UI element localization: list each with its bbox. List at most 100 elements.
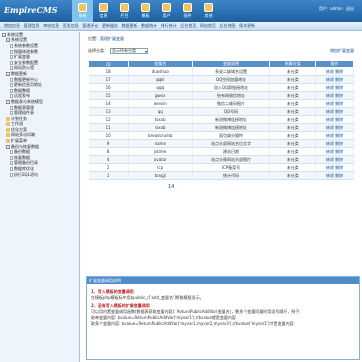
nav-icon	[120, 3, 129, 12]
subnav-item[interactable]: 增加信息	[4, 23, 20, 29]
cell-desc: 新浪微博连接地址	[192, 115, 271, 125]
table-row: 17 qqkl QQ空间加量地址 未分类 修改 删除	[88, 75, 354, 85]
folder-icon[interactable]	[6, 133, 10, 138]
subnav-item[interactable]: 管理评论	[82, 23, 98, 29]
add-var-link[interactable]: 增加扩展变量	[330, 48, 354, 54]
column-header: 变量名	[127, 60, 193, 68]
row-actions[interactable]: 修改 删除	[315, 139, 354, 149]
expand-icon[interactable]: -	[6, 38, 10, 43]
table-row: 4 avatar 站点头像网站头部图片 未分类 修改 删除	[88, 155, 354, 165]
cell-cat: 未分类	[269, 147, 317, 157]
row-actions[interactable]: 修改 删除	[315, 155, 354, 165]
cell-name: gwxx	[128, 91, 193, 101]
nav-icon	[162, 3, 171, 12]
breadcrumb-link[interactable]: 管理扩展变量	[100, 36, 124, 41]
cell-cat: 未分类	[269, 115, 317, 125]
nav-item-6[interactable]: 其他	[198, 0, 219, 22]
row-actions[interactable]: 修改 删除	[315, 147, 354, 157]
nav-item-3[interactable]: 模板	[135, 0, 156, 22]
expand-icon[interactable]: -	[6, 99, 10, 104]
expand-icon[interactable]: -	[2, 32, 6, 37]
row-actions[interactable]: 修改 删除	[315, 75, 354, 85]
folder-icon[interactable]	[6, 116, 10, 121]
nav-label: 用户	[162, 13, 171, 18]
subnav-item[interactable]: 排行统计	[161, 23, 177, 29]
page-icon	[10, 66, 13, 71]
cell-id: 18	[88, 67, 129, 77]
subnav-item[interactable]: 审核信息	[43, 23, 59, 29]
subnav-item[interactable]: 数据统计	[141, 23, 157, 29]
subnav-item[interactable]: 管理信息	[24, 23, 40, 29]
cell-desc: 多说二级域名设置	[192, 67, 271, 77]
row-actions[interactable]: 修改 删除	[315, 91, 354, 101]
nav-label: 模板	[141, 13, 150, 18]
row-actions[interactable]: 修改 删除	[315, 115, 354, 125]
folder-icon[interactable]	[6, 139, 10, 144]
cell-desc: ICP备案号	[192, 163, 271, 173]
table-row: 12 tsxxb 新浪微博连接地址 未分类 修改 删除	[88, 115, 354, 125]
logout-link[interactable]: 退出	[346, 6, 354, 11]
table-row: 2 icp ICP备案号 未分类 修改 删除	[88, 163, 354, 173]
row-actions[interactable]: 修改 删除	[315, 171, 354, 181]
subnav-item[interactable]: 版本更新	[239, 23, 255, 29]
subnav-item[interactable]: 签发信息	[63, 23, 79, 29]
nav-item-0[interactable]: 系统	[72, 0, 93, 22]
row-actions[interactable]: 修改 删除	[315, 123, 354, 133]
cell-desc: 加入QQ群链接地址	[192, 83, 271, 93]
folder-icon[interactable]	[6, 127, 10, 132]
nav-item-5[interactable]: 插件	[177, 0, 198, 22]
nav-item-4[interactable]: 用户	[156, 0, 177, 22]
user-info: 用户: admin 退出	[318, 6, 354, 11]
cell-desc: 站点头部网站名位文字	[192, 139, 271, 149]
nav-label: 信息	[99, 13, 108, 18]
subnav-item[interactable]: 后台首页	[180, 23, 196, 29]
page-icon	[10, 94, 13, 99]
nav-label: 栏目	[120, 13, 129, 18]
nav-item-2[interactable]: 栏目	[114, 0, 135, 22]
table-row: 10 breadcrumb 面包屑分隔符 未分类 修改 删除	[88, 131, 354, 141]
cell-desc: 微信二维码图片	[192, 99, 271, 109]
row-actions[interactable]: 修改 删除	[315, 131, 354, 141]
cell-id: 9	[88, 139, 129, 149]
cell-name: weixin	[128, 99, 193, 109]
cell-id: 14	[88, 99, 129, 109]
cell-cat: 未分类	[269, 107, 317, 117]
nav-label: 其他	[204, 13, 213, 18]
help-text-4: 取多个变量内容: $value=ReturnPublicAddVar('myva…	[91, 321, 294, 326]
row-actions[interactable]: 修改 删除	[315, 83, 354, 93]
cell-id: 17	[88, 75, 129, 85]
breadcrumb: 位置：管理扩展变量	[88, 36, 124, 41]
row-actions[interactable]: 修改 删除	[315, 67, 354, 77]
cell-name: duoshuo	[128, 67, 193, 77]
table-row: 18 duoshuo 多说二级域名设置 未分类 修改 删除	[88, 67, 354, 77]
page-icon	[10, 55, 13, 60]
cell-cat: 未分类	[269, 171, 317, 181]
subnav-item[interactable]: 更新缓存	[102, 23, 118, 29]
cell-name: qqq	[128, 83, 193, 93]
cell-id: 12	[88, 115, 129, 125]
sidebar-item[interactable]: 执行SQL语句	[0, 172, 79, 178]
table-row: 16 qqq 加入QQ群链接地址 未分类 修改 删除	[88, 83, 354, 93]
cell-name: breadcrumb	[128, 131, 193, 141]
row-actions[interactable]: 修改 删除	[315, 107, 354, 117]
help-text-1: 在模板php模板标中用$public_r['add_变量名']将能模版显示。	[91, 295, 204, 300]
cell-name: qqkl	[128, 75, 193, 85]
user-name[interactable]: admin	[330, 6, 343, 11]
pager[interactable]: 14	[168, 184, 354, 190]
expand-icon[interactable]: -	[6, 71, 10, 76]
nav-icon	[183, 3, 192, 12]
row-actions[interactable]: 修改 删除	[315, 163, 354, 173]
expand-icon[interactable]: -	[6, 144, 10, 149]
cell-cat: 未分类	[269, 123, 317, 133]
subnav-item[interactable]: 网站首页	[200, 23, 216, 29]
subnav-item[interactable]: 后台地图	[220, 23, 236, 29]
page-icon	[10, 43, 13, 48]
folder-icon[interactable]	[6, 122, 10, 127]
cell-cat: 未分类	[269, 91, 317, 101]
row-actions[interactable]: 修改 删除	[315, 99, 354, 109]
subnav-item[interactable]: 数据更新	[122, 23, 138, 29]
cell-desc: 新浪微博连接地址	[192, 123, 271, 133]
category-select[interactable]: 显示所有分类 ▾	[110, 48, 148, 54]
nav-item-1[interactable]: 信息	[93, 0, 114, 22]
column-header: 变量说明	[191, 60, 271, 68]
